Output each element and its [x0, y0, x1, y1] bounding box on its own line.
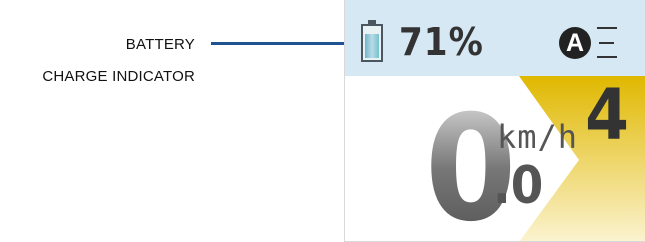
menu-lines-icon[interactable]: [597, 27, 619, 58]
battery-percentage: 71%: [399, 20, 484, 64]
assist-mode-badge[interactable]: A: [559, 27, 591, 59]
speed-unit: km/h: [497, 118, 579, 156]
callout-label-battery: BATTERY: [125, 36, 195, 53]
cycle-computer-display: 71% A 4 0 km/h .0: [344, 0, 645, 242]
battery-icon: [361, 20, 383, 62]
status-bar: 71% A: [345, 0, 645, 76]
assist-level-number: 4: [585, 74, 629, 156]
speed-decimal: .0: [493, 156, 544, 216]
callout-leader-line: [211, 42, 358, 45]
callout-label-charge-indicator: CHARGE INDICATOR: [42, 68, 195, 85]
